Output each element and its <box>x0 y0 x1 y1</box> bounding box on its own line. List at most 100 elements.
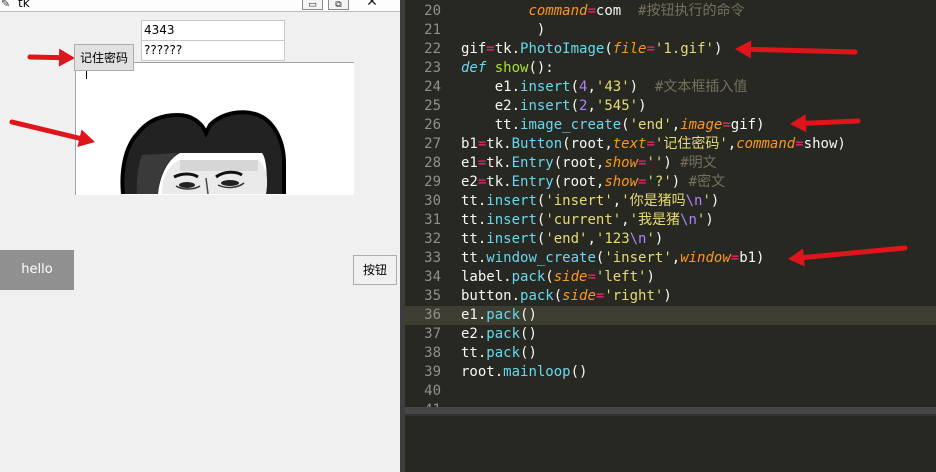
code-token: tk. <box>486 136 512 152</box>
code-line-27[interactable]: 27 b1=tk.Button(root,text='记住密码',command=… <box>405 135 936 154</box>
code-line-33[interactable]: 33 tt.window_create('insert',window=b1) <box>405 249 936 268</box>
code-token: = <box>795 136 804 152</box>
code-token: window <box>680 250 731 266</box>
code-token: b1) <box>739 250 765 266</box>
code-token: ) <box>663 155 681 171</box>
code-token: show) <box>803 136 846 152</box>
code-token: , <box>587 79 596 95</box>
code-token: image <box>680 117 723 133</box>
code-line-20[interactable]: 20 command=com #按钮执行的命令 <box>405 2 936 21</box>
line-number: 22 <box>424 41 441 57</box>
minimize-button[interactable]: ▭ <box>302 0 323 10</box>
line-number: 30 <box>424 193 441 209</box>
code-line-26[interactable]: 26 tt.image_create('end',image=gif) <box>405 116 936 135</box>
code-token: ) <box>705 212 714 228</box>
code-token: pack <box>486 307 521 323</box>
code-token: ( <box>604 41 613 57</box>
code-token: , <box>587 98 596 114</box>
code-token: , <box>671 250 681 266</box>
code-token: tt. <box>461 231 487 247</box>
line-number: 40 <box>424 383 441 399</box>
code-token: ( <box>621 117 630 133</box>
code-token: '?' <box>646 174 672 190</box>
code-token: insert <box>486 212 537 228</box>
code-token: ( <box>570 98 580 114</box>
code-line-34[interactable]: 34 label.pack(side='left') <box>405 268 936 287</box>
code-line-35[interactable]: 35 button.pack(side='right') <box>405 287 936 306</box>
code-token: tt. <box>461 193 487 209</box>
code-token: 'current' <box>545 212 622 228</box>
code-line-30[interactable]: 30 tt.insert('insert','你是猪吗\n') <box>405 192 936 211</box>
code-token: \n <box>685 193 703 209</box>
code-token: () <box>520 307 537 323</box>
code-token: e1. <box>461 307 487 323</box>
code-text: e2.pack() <box>461 325 537 344</box>
code-token: , <box>671 117 681 133</box>
code-token: insert <box>486 231 537 247</box>
editor-horizontal-scrollbar[interactable] <box>405 407 936 414</box>
code-token: \n <box>680 212 697 228</box>
code-line-24[interactable]: 24 e1.insert(4,'43') #文本框插入值 <box>405 78 936 97</box>
code-line-28[interactable]: 28 e1=tk.Entry(root,show='') #明文 <box>405 154 936 173</box>
code-text: gif=tk.PhotoImage(file='1.gif') <box>461 40 722 59</box>
code-text: tt.window_create('insert',window=b1) <box>461 249 765 268</box>
code-token: \n <box>629 231 647 247</box>
code-token: gif) <box>730 117 765 133</box>
code-line-38[interactable]: 38 tt.pack() <box>405 344 936 363</box>
code-line-29[interactable]: 29 e2=tk.Entry(root,show='?') #密文 <box>405 173 936 192</box>
code-token: '43' <box>595 79 630 95</box>
code-line-36[interactable]: 36 e1.pack() <box>405 306 936 325</box>
code-token: PhotoImage <box>520 41 605 57</box>
code-line-22[interactable]: 22 gif=tk.PhotoImage(file='1.gif') <box>405 40 936 59</box>
code-line-25[interactable]: 25 e2.insert(2,'545') <box>405 97 936 116</box>
line-number: 26 <box>424 117 441 133</box>
code-token: = <box>486 41 495 57</box>
code-token: ) <box>654 231 664 247</box>
code-line-21[interactable]: 21 ) <box>405 21 936 40</box>
code-editor[interactable]: 20 command=com #按钮执行的命令 21 ) 22 gif=tk.Phot… <box>405 0 936 472</box>
right-button[interactable]: 按钮 <box>353 255 397 285</box>
titlebar[interactable]: ✎ tk ▭ ⧉ ✕ <box>0 0 400 12</box>
code-token: '你是猪吗 <box>621 193 686 209</box>
plain-entry-field[interactable]: 4343 <box>141 20 285 41</box>
line-number: 24 <box>424 79 441 95</box>
code-token: show <box>604 155 639 171</box>
code-token: = <box>646 41 655 57</box>
code-token: tk. <box>486 155 512 171</box>
code-token: mainloop <box>503 364 571 380</box>
close-button[interactable]: ✕ <box>349 0 395 10</box>
code-line-23[interactable]: 23 def show(): <box>405 59 936 78</box>
code-token: window_create <box>486 250 596 266</box>
code-token: ) <box>638 98 647 114</box>
code-token: 'end' <box>629 117 672 133</box>
code-token: side <box>553 269 588 285</box>
secret-entry-field[interactable]: ?????? <box>141 40 285 61</box>
hello-label: hello <box>0 250 74 290</box>
code-token: , <box>621 212 630 228</box>
maximize-button[interactable]: ⧉ <box>328 0 349 10</box>
code-line-37[interactable]: 37 e2.pack() <box>405 325 936 344</box>
editor-panel-border <box>405 414 936 416</box>
code-token: Button <box>511 136 563 152</box>
code-text: tt.insert('end','123\n') <box>461 230 663 249</box>
code-line-39[interactable]: 39 root.mainloop() <box>405 363 936 382</box>
code-token: ) <box>461 22 546 38</box>
code-line-40[interactable]: 40 <box>405 382 936 401</box>
code-line-31[interactable]: 31 tt.insert('current','我是猪\n') <box>405 211 936 230</box>
code-token: tt. <box>461 212 487 228</box>
code-text: e2=tk.Entry(root,show='?') #密文 <box>461 173 725 192</box>
line-number: 34 <box>424 269 441 285</box>
remember-password-button[interactable]: 记住密码 <box>74 44 134 71</box>
line-number: 21 <box>424 22 441 38</box>
line-number: 27 <box>424 136 441 152</box>
code-token: command <box>736 136 796 152</box>
code-line-32[interactable]: 32 tt.insert('end','123\n') <box>405 230 936 249</box>
tk-window: ✎ tk ▭ ⧉ ✕ 4343 ?????? 记住密码 hello 按钮 <box>0 0 400 472</box>
code-token: () <box>520 345 537 361</box>
code-token: tt. <box>461 250 487 266</box>
code-text: def show(): <box>461 59 554 78</box>
code-token: def <box>461 60 487 76</box>
code-token: pack <box>486 345 521 361</box>
